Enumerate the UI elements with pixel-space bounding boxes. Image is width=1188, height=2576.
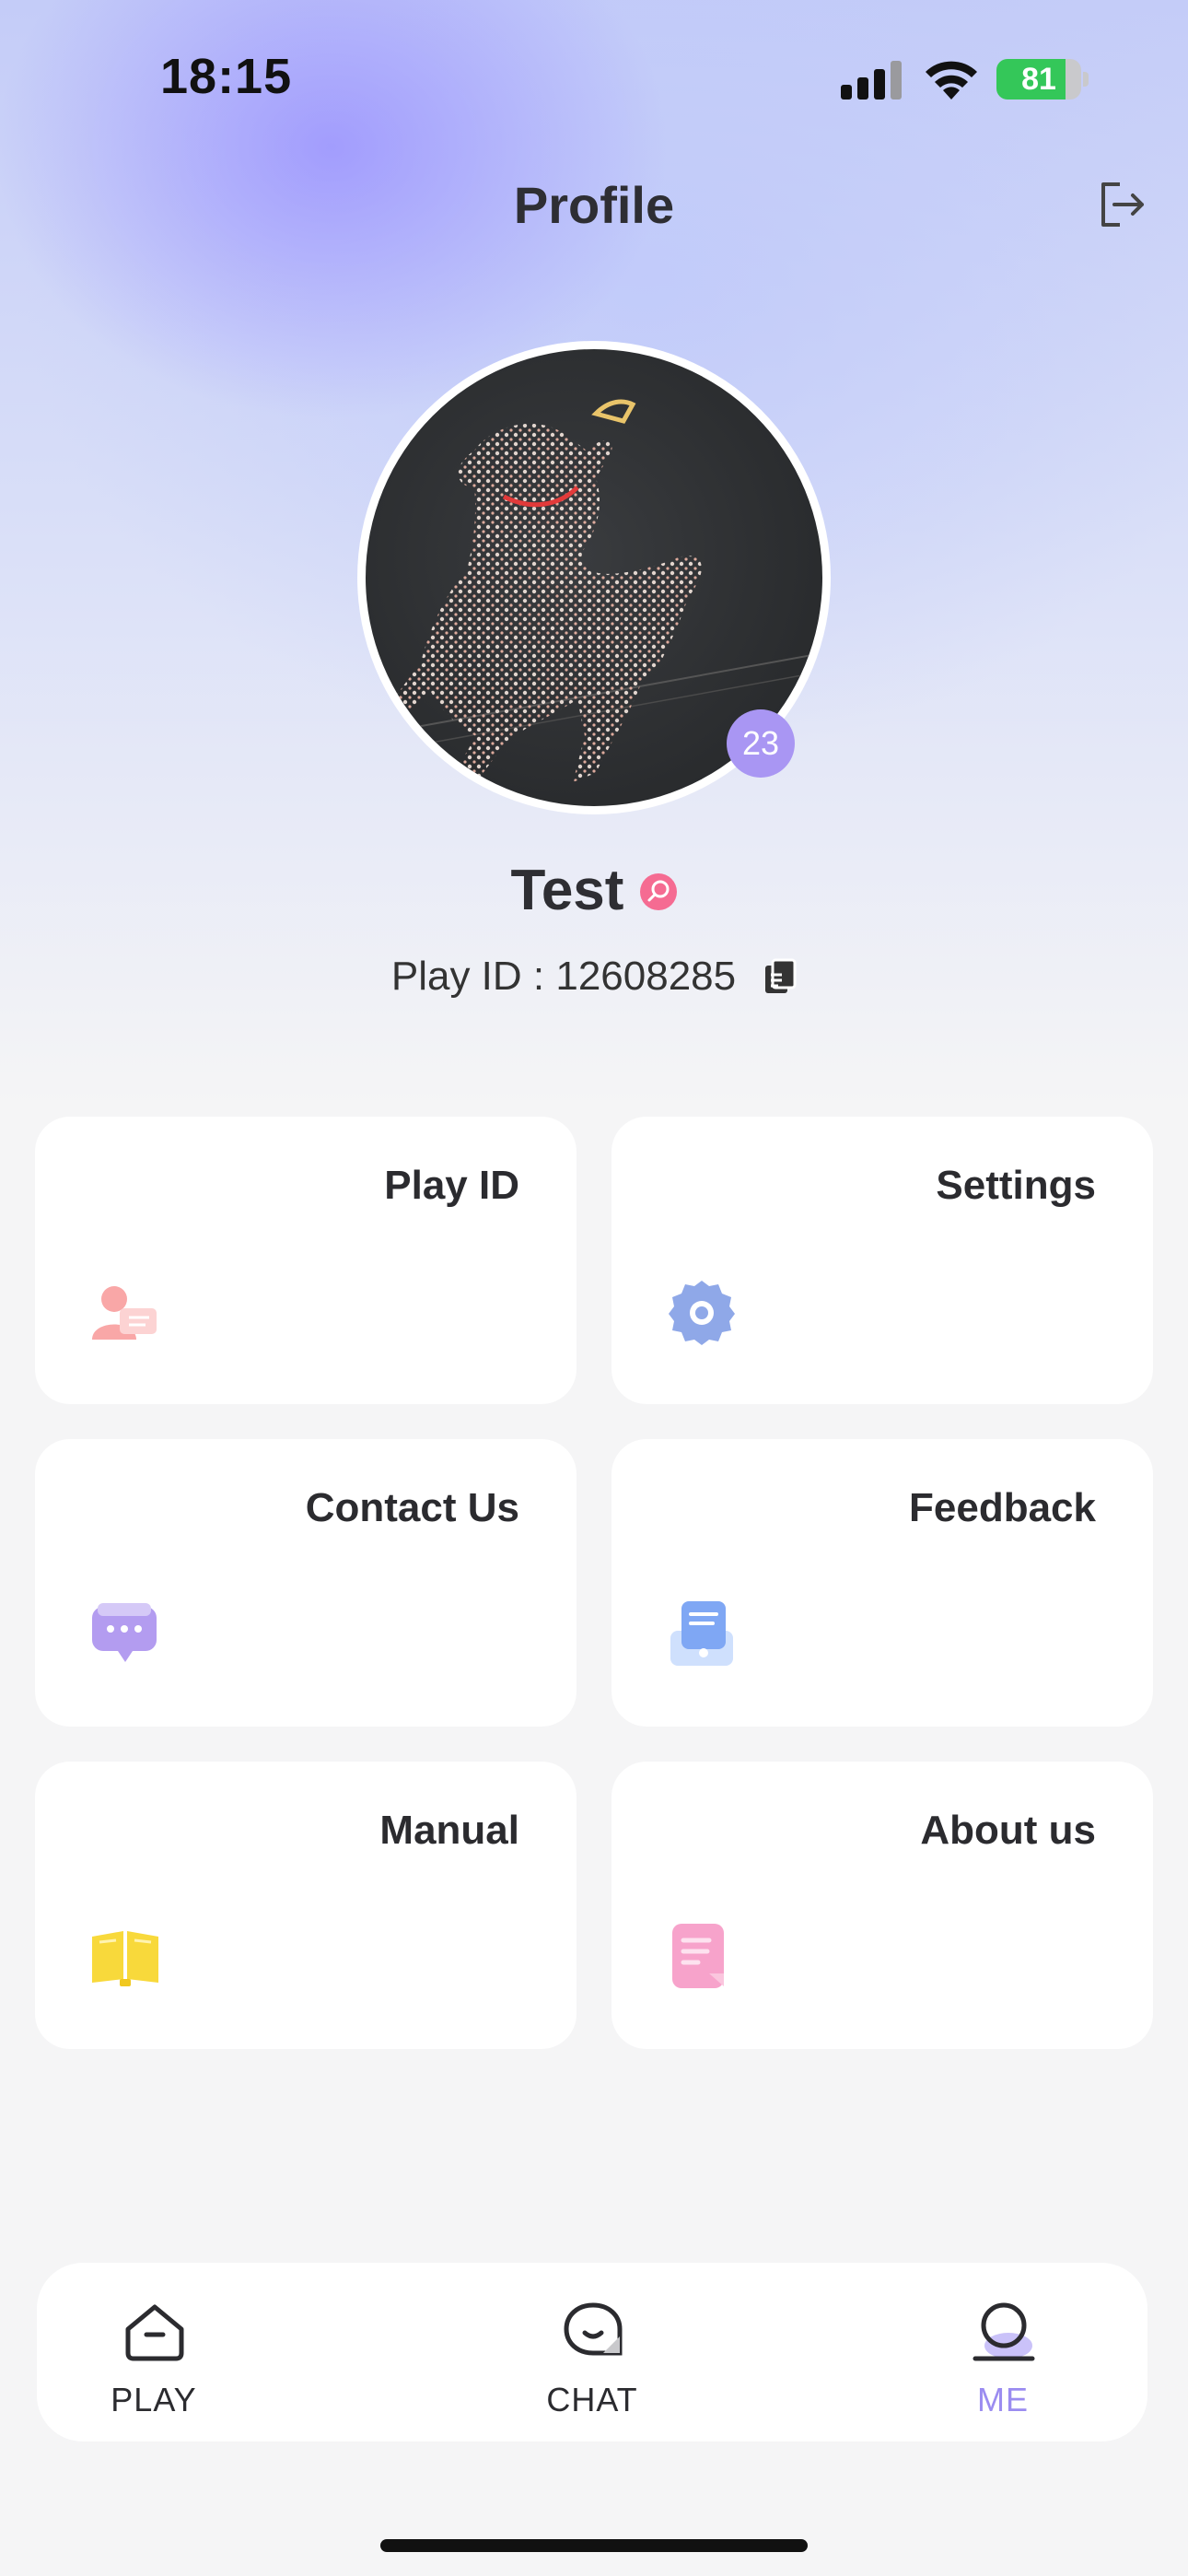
menu-card-title: Play ID	[384, 1163, 519, 1208]
logout-icon[interactable]	[1096, 179, 1147, 230]
home-indicator[interactable]	[380, 2539, 808, 2552]
menu-card-about-us[interactable]: About us	[611, 1762, 1153, 2049]
search-badge-icon	[640, 873, 678, 910]
status-bar: 18:15 81	[0, 0, 1188, 157]
id-card-icon	[92, 1286, 157, 1340]
user-name-row: Test	[0, 857, 1188, 923]
tab-play[interactable]: PLAY	[52, 2263, 255, 2441]
menu-card-manual[interactable]: Manual	[35, 1762, 577, 2049]
battery-icon: 81	[996, 59, 1081, 100]
menu-card-title: About us	[920, 1808, 1096, 1853]
menu-card-title: Manual	[379, 1808, 519, 1853]
menu-card-contact-us[interactable]: Contact Us	[35, 1439, 577, 1727]
play-id-row: Play ID : 12608285	[0, 949, 1188, 1004]
battery-tip	[1083, 72, 1089, 87]
menu-card-feedback[interactable]: Feedback	[611, 1439, 1153, 1727]
menu-card-title: Settings	[936, 1163, 1096, 1208]
play-home-icon	[125, 2304, 184, 2361]
gear-icon	[669, 1281, 735, 1345]
tab-label: CHAT	[546, 2381, 638, 2418]
chat-icon	[564, 2302, 623, 2356]
tab-me[interactable]: ME	[902, 2263, 1104, 2441]
document-icon	[672, 1924, 724, 1988]
tab-chat[interactable]: CHAT	[491, 2263, 693, 2441]
level-badge: 23	[727, 709, 795, 778]
book-icon	[92, 1931, 158, 1986]
chat-bubble-icon	[92, 1603, 157, 1662]
user-name: Test	[510, 858, 624, 922]
me-icon	[973, 2302, 1035, 2361]
menu-card-title: Feedback	[909, 1485, 1096, 1530]
menu-card-settings[interactable]: Settings	[611, 1117, 1153, 1404]
status-time: 18:15	[160, 49, 293, 104]
bottom-tab-bar: PLAY CHAT ME	[37, 2263, 1147, 2441]
menu-card-play-id[interactable]: Play ID	[35, 1117, 577, 1404]
tab-label: ME	[977, 2381, 1029, 2418]
cellular-signal-icon	[841, 61, 902, 100]
wifi-icon	[926, 61, 977, 100]
menu-card-title: Contact Us	[305, 1485, 519, 1530]
page-title: Profile	[513, 176, 675, 234]
battery-level: 81	[1021, 62, 1056, 97]
copy-icon[interactable]	[763, 958, 797, 995]
feedback-icon	[670, 1601, 733, 1666]
play-id-text: Play ID : 12608285	[390, 954, 737, 999]
tab-label: PLAY	[111, 2381, 197, 2418]
